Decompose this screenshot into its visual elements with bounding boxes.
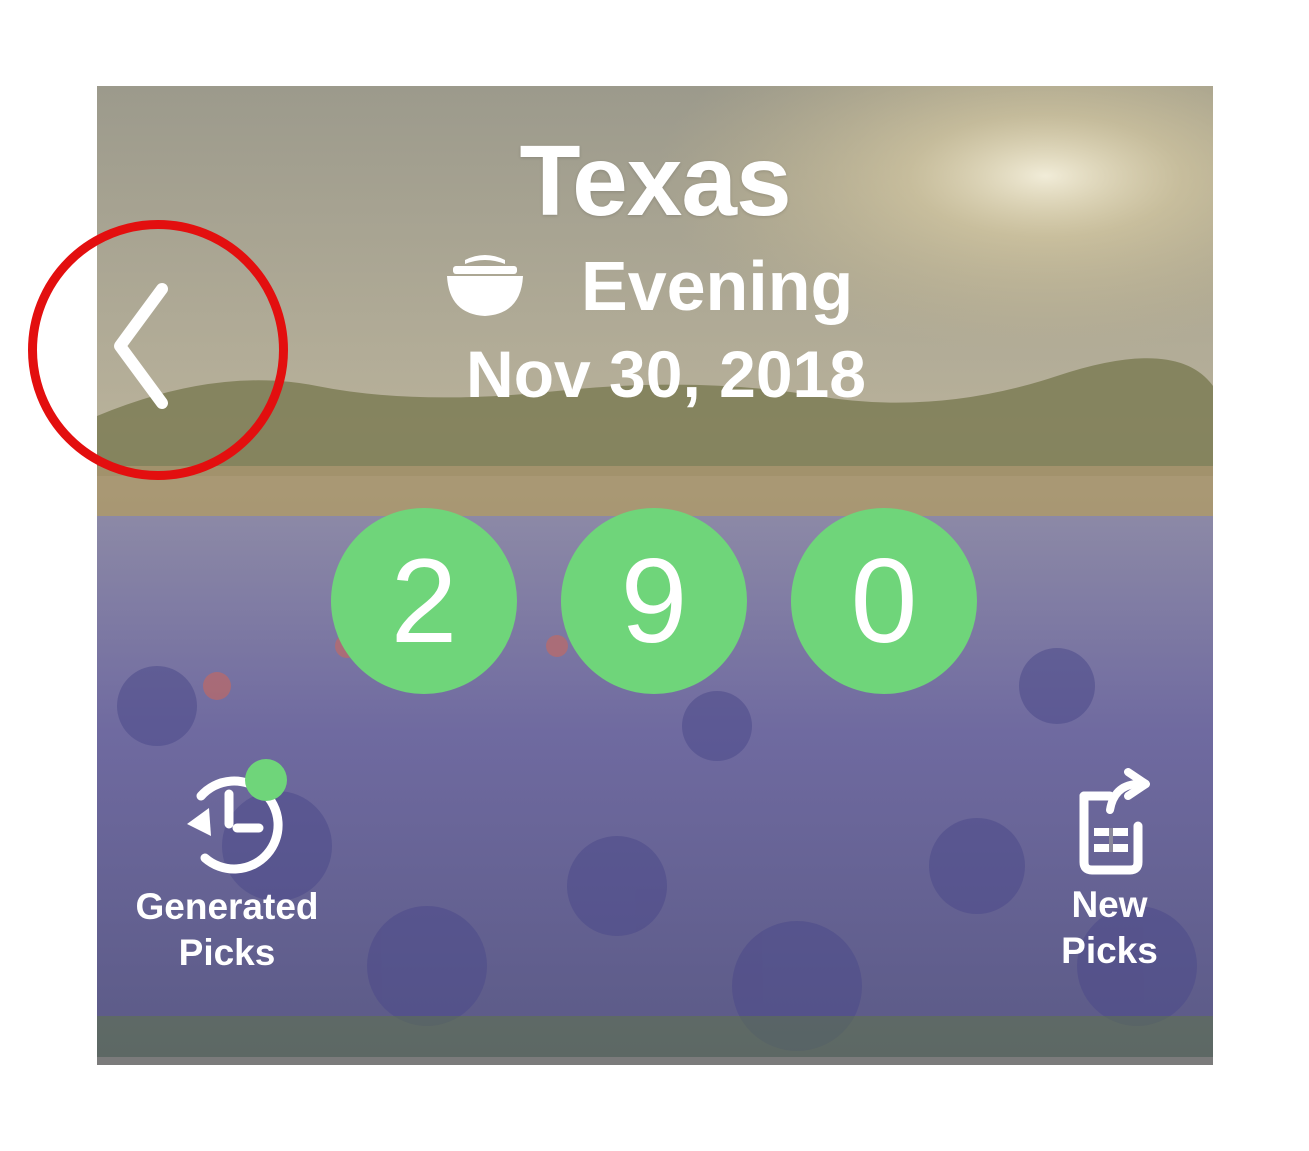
number-ball: 0 bbox=[791, 508, 977, 694]
draw-time: Evening bbox=[447, 246, 853, 326]
generated-picks-button[interactable]: Generated Picks bbox=[127, 766, 327, 976]
new-label-line2: Picks bbox=[1061, 930, 1158, 971]
cooking-pot-icon bbox=[447, 255, 523, 316]
draw-label: Evening bbox=[581, 247, 854, 325]
number-ball: 9 bbox=[561, 508, 747, 694]
number-ball: 2 bbox=[331, 508, 517, 694]
generated-label-line1: Generated bbox=[135, 886, 319, 927]
notification-dot bbox=[245, 759, 287, 801]
state-title: Texas bbox=[519, 125, 791, 237]
new-label-line1: New bbox=[1071, 884, 1148, 925]
share-ticket-icon bbox=[1079, 768, 1150, 875]
lottery-card: Texas Evening Nov 30, 2018 2 9 0 Generat… bbox=[97, 86, 1213, 1065]
new-picks-button[interactable]: New Picks bbox=[1047, 766, 1172, 974]
winning-numbers: 2 9 0 bbox=[331, 508, 977, 694]
highlight-circle bbox=[28, 220, 288, 480]
generated-label-line2: Picks bbox=[178, 932, 276, 973]
